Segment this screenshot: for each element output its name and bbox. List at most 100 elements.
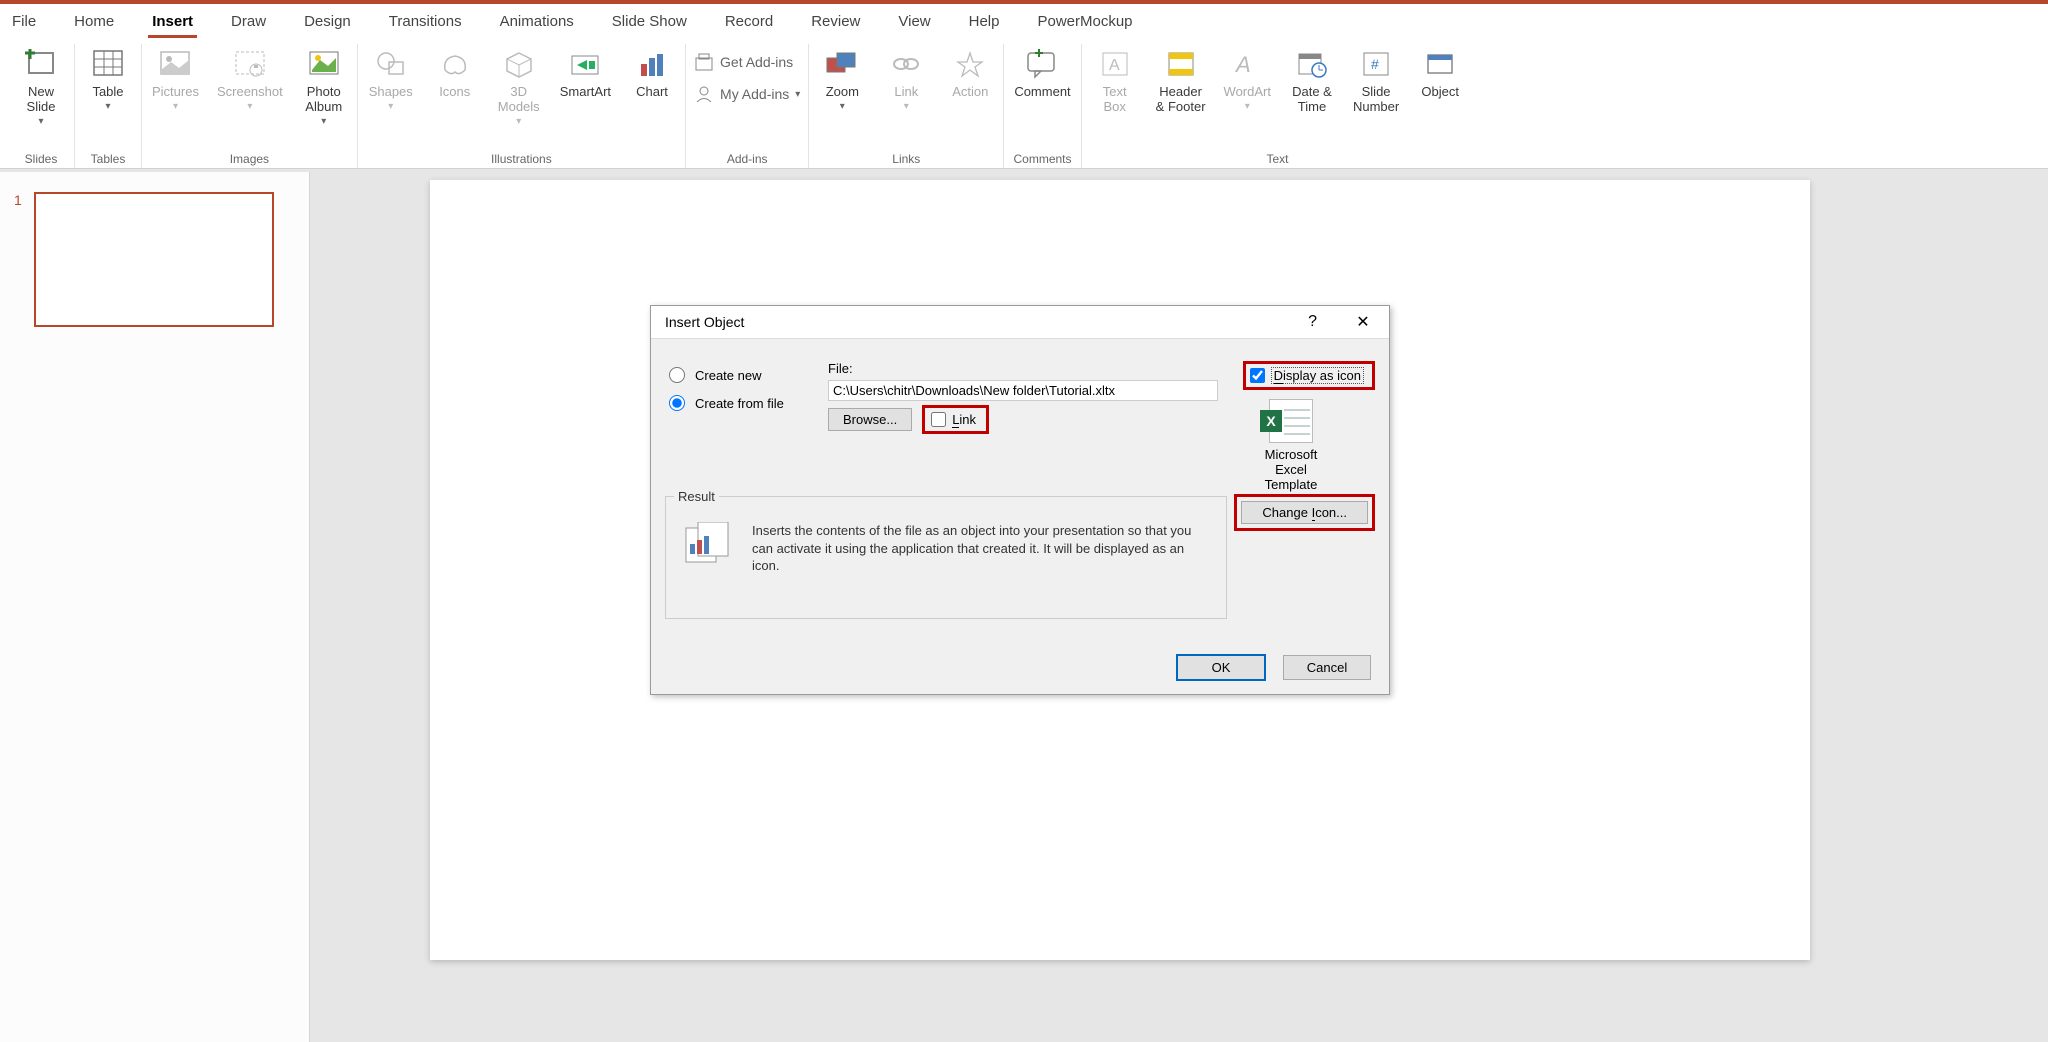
person-icon	[694, 84, 714, 104]
my-addins-label: My Add-ins	[720, 86, 789, 102]
3d-models-label: 3D Models	[498, 84, 540, 114]
zoom-button[interactable]: Zoom ▾	[817, 44, 867, 114]
group-comments: Comment Comments	[1004, 44, 1081, 168]
table-icon	[90, 46, 126, 82]
group-addins: Get Add-ins My Add-ins ▾ Add-ins	[686, 44, 809, 168]
table-button[interactable]: Table ▾	[83, 44, 133, 114]
ok-button[interactable]: OK	[1177, 655, 1265, 680]
action-label: Action	[952, 84, 988, 99]
ribbon-container: File Home Insert Draw Design Transitions…	[0, 4, 2048, 169]
chevron-down-icon: ▾	[795, 89, 800, 100]
excel-file-icon	[1269, 399, 1313, 443]
pictures-icon	[157, 46, 193, 82]
tab-insert[interactable]: Insert	[148, 9, 197, 38]
headerfooter-icon	[1163, 46, 1199, 82]
slidenumber-button[interactable]: # Slide Number	[1351, 44, 1401, 116]
dialog-footer: OK Cancel	[651, 645, 1389, 694]
smartart-button[interactable]: SmartArt	[558, 44, 613, 101]
new-slide-label: New Slide	[27, 84, 56, 114]
display-as-icon-checkbox[interactable]	[1250, 368, 1265, 383]
change-icon-highlight: Change Icon... Change Icon...	[1234, 494, 1375, 531]
file-label: File:	[828, 361, 1218, 376]
slide-number: 1	[14, 192, 22, 327]
icon-caption: Microsoft Excel Template	[1243, 447, 1339, 492]
chevron-down-icon: ▾	[321, 116, 326, 127]
tab-record[interactable]: Record	[721, 9, 777, 38]
change-icon-button[interactable]: Change Icon...	[1241, 501, 1368, 524]
slide-thumbnail-1[interactable]	[34, 192, 274, 327]
cancel-button[interactable]: Cancel	[1283, 655, 1371, 680]
link-label: LLinkink	[952, 412, 976, 427]
get-addins-button[interactable]: Get Add-ins	[694, 52, 793, 72]
display-as-icon-highlight: Display as icon Display as icon	[1243, 361, 1375, 390]
smartart-label: SmartArt	[560, 84, 611, 99]
file-path-input[interactable]	[828, 380, 1218, 401]
create-new-radio[interactable]: Create new	[669, 367, 784, 383]
datetime-icon	[1294, 46, 1330, 82]
tab-design[interactable]: Design	[300, 9, 355, 38]
tab-review[interactable]: Review	[807, 9, 864, 38]
textbox-button[interactable]: A Text Box	[1090, 44, 1140, 116]
tab-draw[interactable]: Draw	[227, 9, 270, 38]
create-from-file-label: Create from file	[695, 396, 784, 411]
icons-button[interactable]: Icons	[430, 44, 480, 101]
tab-transitions[interactable]: Transitions	[385, 9, 466, 38]
tab-animations[interactable]: Animations	[496, 9, 578, 38]
chevron-down-icon: ▾	[173, 101, 178, 112]
table-label: Table	[92, 84, 123, 99]
get-addins-label: Get Add-ins	[720, 54, 793, 70]
smartart-icon	[567, 46, 603, 82]
slidenumber-icon: #	[1358, 46, 1394, 82]
tab-slideshow[interactable]: Slide Show	[608, 9, 691, 38]
link-checkbox-highlight: LLinkink	[922, 405, 989, 434]
browse-button[interactable]: Browse...	[828, 408, 912, 431]
link-checkbox[interactable]	[931, 412, 946, 427]
icon-preview: Microsoft Excel Template	[1243, 399, 1339, 492]
comment-button[interactable]: Comment	[1012, 44, 1072, 101]
slide-thumbnails-panel: 1	[0, 172, 310, 1042]
zoom-icon	[824, 46, 860, 82]
link-button[interactable]: Link ▾	[881, 44, 931, 114]
my-addins-button[interactable]: My Add-ins ▾	[694, 84, 800, 104]
chevron-down-icon: ▾	[388, 101, 393, 112]
insert-object-dialog: Insert Object ? ✕ Create new Create from…	[650, 305, 1390, 695]
ribbon-tabs: File Home Insert Draw Design Transitions…	[0, 4, 2048, 38]
icons-icon	[437, 46, 473, 82]
group-comments-label: Comments	[1013, 148, 1071, 168]
group-tables: Table ▾ Tables	[75, 44, 142, 168]
object-icon	[1422, 46, 1458, 82]
create-from-file-radio[interactable]: Create from file	[669, 395, 784, 411]
headerfooter-button[interactable]: Header & Footer	[1154, 44, 1208, 116]
tab-powermockup[interactable]: PowerMockup	[1033, 9, 1136, 38]
result-group: Result Inserts the contents of the file …	[665, 489, 1227, 619]
chart-label: Chart	[636, 84, 668, 99]
group-text-label: Text	[1266, 148, 1288, 168]
link-label: Link	[894, 84, 918, 99]
datetime-button[interactable]: Date & Time	[1287, 44, 1337, 116]
photo-album-button[interactable]: Photo Album ▾	[299, 44, 349, 129]
help-button[interactable]: ?	[1308, 313, 1317, 331]
group-images-label: Images	[230, 148, 269, 168]
zoom-label: Zoom	[826, 84, 859, 99]
new-slide-button[interactable]: New Slide ▾	[16, 44, 66, 129]
action-button[interactable]: Action	[945, 44, 995, 101]
tab-home[interactable]: Home	[70, 9, 118, 38]
chevron-down-icon: ▾	[105, 101, 110, 112]
pictures-button[interactable]: Pictures ▾	[150, 44, 201, 114]
object-button[interactable]: Object	[1415, 44, 1465, 101]
close-icon[interactable]: ✕	[1343, 312, 1383, 332]
group-addins-label: Add-ins	[727, 148, 768, 168]
link-icon	[888, 46, 924, 82]
shapes-button[interactable]: Shapes ▾	[366, 44, 416, 114]
tab-view[interactable]: View	[894, 9, 934, 38]
3d-models-button[interactable]: 3D Models ▾	[494, 44, 544, 129]
wordart-button[interactable]: A WordArt ▾	[1222, 44, 1273, 114]
screenshot-button[interactable]: Screenshot ▾	[215, 44, 285, 114]
svg-text:A: A	[1234, 52, 1251, 77]
wordart-icon: A	[1229, 46, 1265, 82]
chart-button[interactable]: Chart	[627, 44, 677, 101]
result-legend: Result	[674, 489, 719, 504]
tab-help[interactable]: Help	[965, 9, 1004, 38]
tab-file[interactable]: File	[8, 9, 40, 38]
action-icon	[952, 46, 988, 82]
